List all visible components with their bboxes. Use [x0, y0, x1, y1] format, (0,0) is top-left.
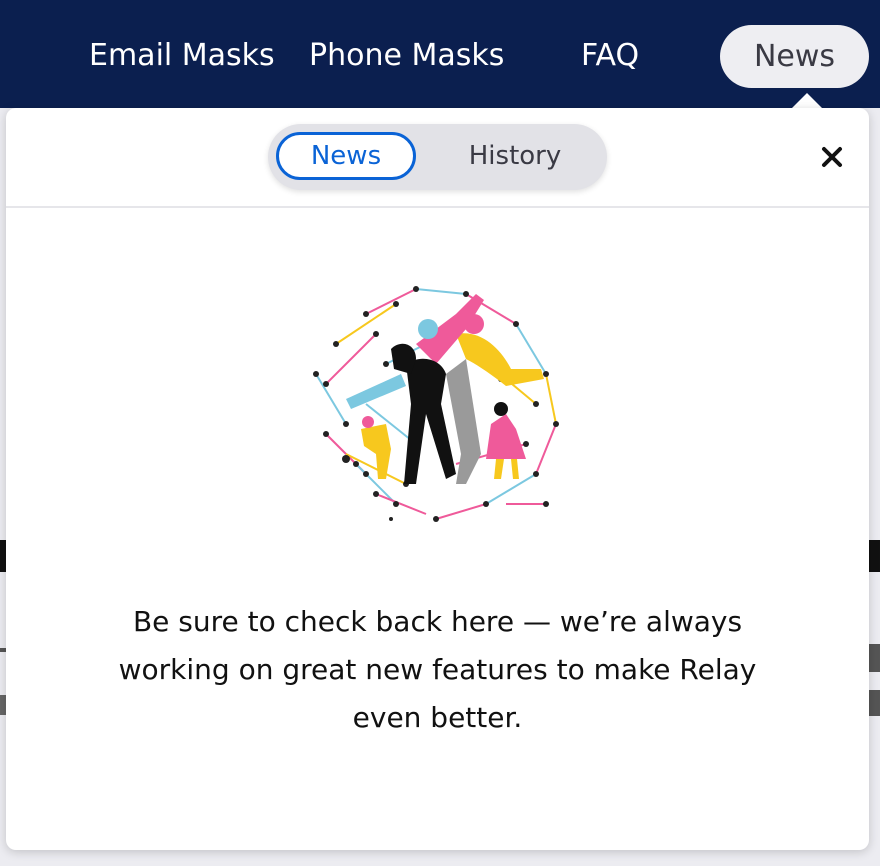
- page: Email Masks Phone Masks FAQ News News Hi…: [0, 0, 880, 866]
- close-icon[interactable]: [816, 141, 848, 173]
- nav-news-button[interactable]: News: [720, 25, 869, 88]
- tab-news[interactable]: News: [276, 132, 416, 180]
- news-panel-header: News History: [6, 108, 869, 208]
- nav-faq[interactable]: FAQ: [581, 36, 639, 76]
- panel-pointer-caret: [791, 93, 823, 109]
- tab-history[interactable]: History: [440, 132, 590, 180]
- tab-switcher: News History: [268, 124, 607, 190]
- top-navigation-bar: Email Masks Phone Masks FAQ News: [0, 0, 880, 108]
- news-empty-message: Be sure to check back here — we’re alway…: [118, 605, 757, 734]
- background-text-fragment: [868, 690, 880, 716]
- background-text-fragment: [868, 644, 880, 672]
- nav-email-masks[interactable]: Email Masks: [89, 36, 275, 76]
- background-heading-fragment: [868, 540, 880, 572]
- nav-phone-masks[interactable]: Phone Masks: [309, 36, 504, 76]
- news-panel: News History Be sure to check back here …: [6, 108, 869, 850]
- people-network-illustration: [306, 274, 568, 536]
